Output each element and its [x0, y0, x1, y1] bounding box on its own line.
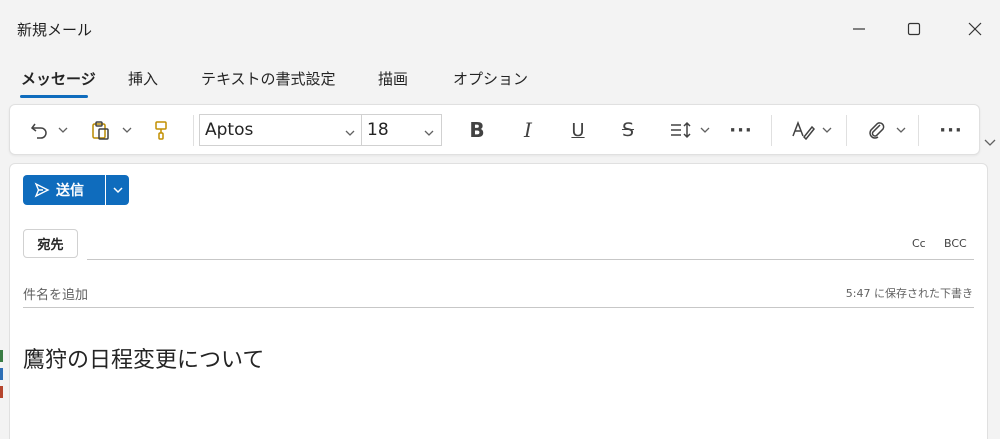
- chevron-down-icon: [58, 127, 68, 133]
- window-title: 新規メール: [17, 21, 93, 39]
- bold-icon: B: [469, 118, 485, 142]
- draft-saved-status: 5:47 に保存された下書き: [845, 287, 973, 300]
- italic-icon: I: [524, 118, 532, 142]
- chevron-down-icon: [344, 124, 356, 144]
- font-size-select[interactable]: 18: [361, 114, 442, 146]
- underline-icon: U: [571, 119, 585, 141]
- to-button[interactable]: 宛先: [23, 229, 78, 258]
- more-icon: ···: [729, 119, 753, 141]
- minimize-button[interactable]: [836, 12, 882, 46]
- font-name-select[interactable]: Aptos: [199, 114, 363, 146]
- undo-icon: [30, 123, 47, 139]
- format-painter-icon: [155, 121, 167, 140]
- format-painter-button[interactable]: [146, 113, 176, 147]
- separator: [846, 115, 847, 146]
- minimize-icon: [853, 28, 865, 30]
- ribbon-expand-button[interactable]: [984, 133, 996, 152]
- bcc-button[interactable]: BCC: [944, 237, 967, 250]
- subject-underline: [23, 307, 974, 308]
- active-tab-indicator: [20, 95, 88, 98]
- attach-dropdown[interactable]: [894, 113, 908, 147]
- ribbon-toolbar: Aptos 18 B I U S ··· ···: [9, 104, 980, 155]
- more-format-button[interactable]: ···: [726, 113, 756, 147]
- editor-pen-icon: [792, 120, 815, 140]
- font-name-value: Aptos: [205, 120, 254, 140]
- undo-button[interactable]: [24, 113, 54, 147]
- maximize-icon: [907, 22, 921, 36]
- separator: [193, 115, 194, 146]
- tab-message[interactable]: メッセージ: [21, 68, 96, 89]
- send-label: 送信: [56, 183, 84, 199]
- chevron-down-icon: [423, 124, 435, 144]
- maximize-button[interactable]: [891, 12, 937, 46]
- chevron-down-icon: [984, 139, 996, 146]
- line-spacing-dropdown[interactable]: [698, 113, 712, 147]
- chevron-down-icon: [896, 127, 906, 133]
- send-button[interactable]: 送信: [23, 175, 105, 205]
- tab-options[interactable]: オプション: [453, 68, 528, 89]
- line-spacing-icon: [671, 121, 691, 139]
- title-bar: 新規メール: [0, 0, 1000, 58]
- editor-button[interactable]: [788, 113, 818, 147]
- message-body[interactable]: 鷹狩の日程変更について: [23, 342, 264, 374]
- separator: [771, 115, 772, 146]
- chevron-down-icon: [122, 127, 132, 133]
- underline-button[interactable]: U: [563, 113, 593, 147]
- more-icon: ···: [939, 119, 963, 141]
- subject-input[interactable]: 件名を追加: [23, 284, 88, 303]
- bold-button[interactable]: B: [462, 113, 492, 147]
- tab-insert[interactable]: 挿入: [128, 68, 158, 89]
- paste-button[interactable]: [84, 113, 116, 147]
- cc-button[interactable]: Cc: [912, 237, 926, 250]
- close-icon: [968, 22, 982, 36]
- more-options-button[interactable]: ···: [936, 113, 966, 147]
- clipboard-icon: [92, 121, 109, 140]
- font-size-value: 18: [367, 120, 389, 140]
- chevron-down-icon: [822, 127, 832, 133]
- undo-dropdown[interactable]: [56, 113, 70, 147]
- compose-pane: 送信 宛先 Cc BCC 件名を追加 5:47 に保存された下書き 鷹狩の日程変…: [9, 163, 988, 439]
- attach-file-button[interactable]: [862, 113, 892, 147]
- italic-button[interactable]: I: [513, 113, 543, 147]
- paperclip-icon: [869, 122, 885, 139]
- tab-format-text[interactable]: テキストの書式設定: [201, 68, 336, 89]
- strikethrough-icon: S: [621, 119, 635, 141]
- separator: [918, 115, 919, 146]
- chevron-down-icon: [112, 187, 123, 194]
- send-options-dropdown[interactable]: [106, 175, 129, 205]
- close-button[interactable]: [952, 12, 998, 46]
- editor-dropdown[interactable]: [820, 113, 834, 147]
- send-icon: [34, 182, 50, 198]
- paste-dropdown[interactable]: [120, 113, 134, 147]
- background-edge: [0, 350, 3, 439]
- line-spacing-button[interactable]: [664, 113, 698, 147]
- chevron-down-icon: [700, 127, 710, 133]
- tab-draw[interactable]: 描画: [378, 68, 408, 89]
- to-input-underline[interactable]: [87, 259, 974, 260]
- strikethrough-button[interactable]: S: [613, 113, 643, 147]
- ribbon-tabs: メッセージ 挿入 テキストの書式設定 描画 オプション: [0, 60, 1000, 100]
